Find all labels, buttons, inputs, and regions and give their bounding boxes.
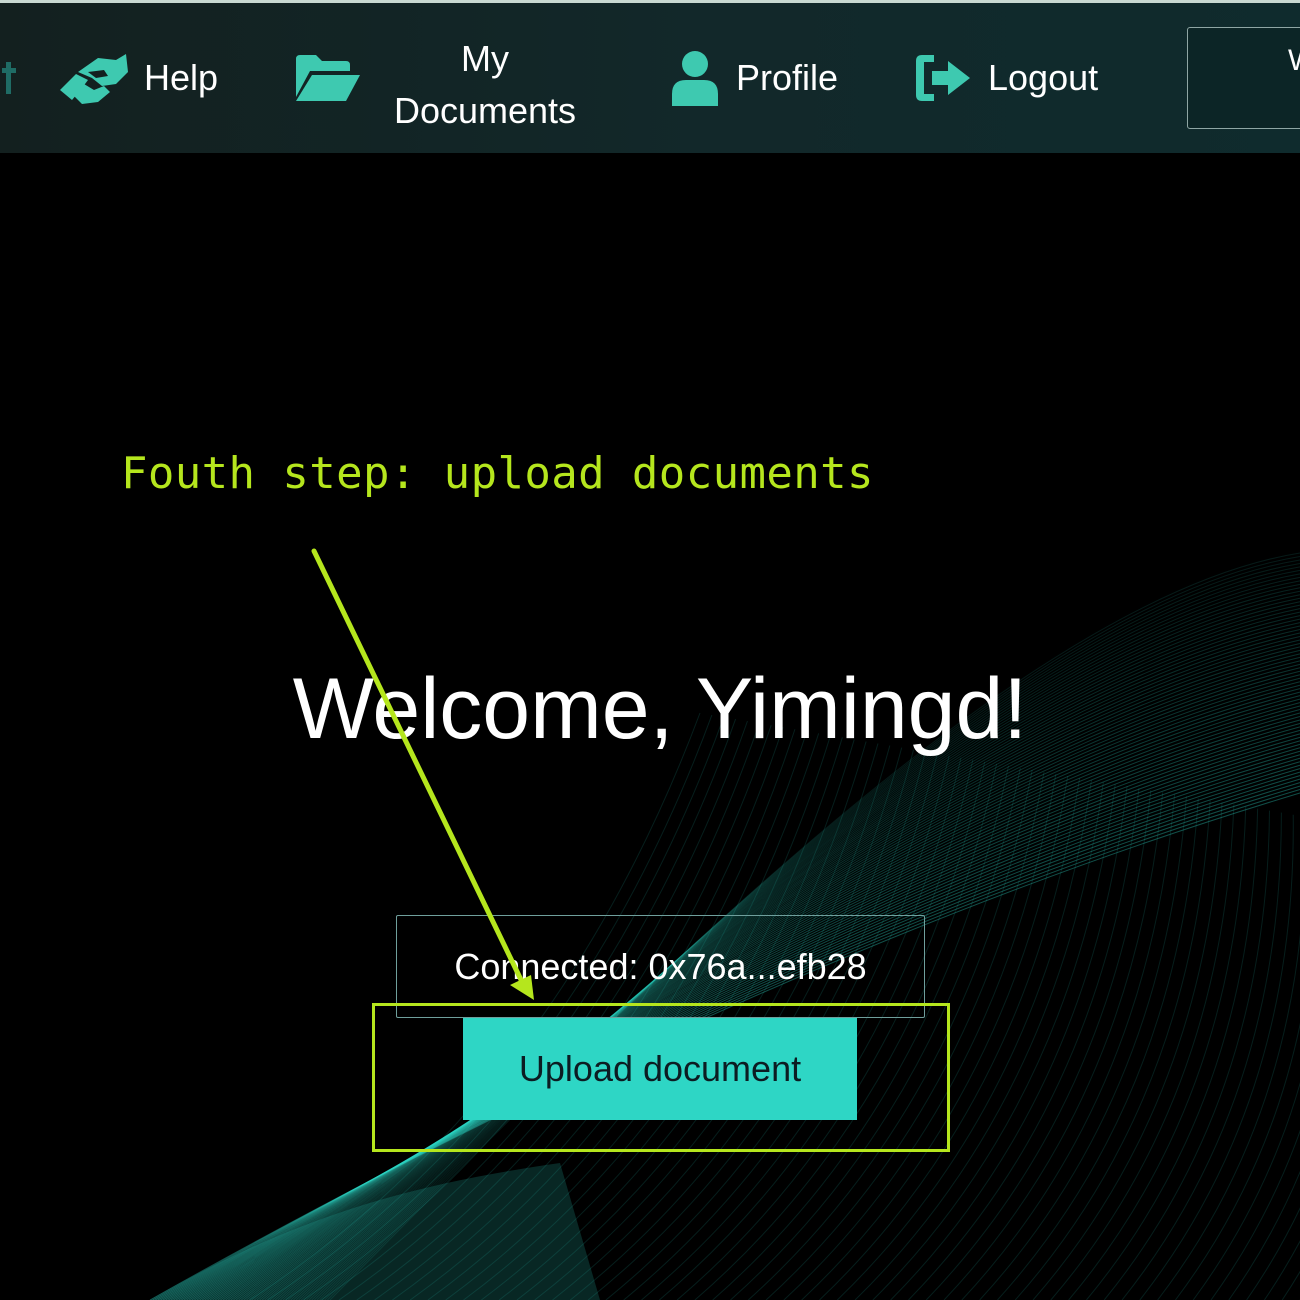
nav-label-my-documents: My Documents — [393, 38, 577, 131]
wave-line — [997, 798, 1199, 1300]
wave-line — [1192, 1081, 1300, 1300]
wallet-connected-label: Connected: 0x76a...efb28 — [454, 945, 867, 987]
nav-label-logout: Logout — [988, 57, 1099, 98]
wave-line — [1281, 1270, 1300, 1300]
handshake-icon — [60, 54, 128, 104]
wallet-connected-status[interactable]: Connected: 0x76a...efb28 — [396, 915, 925, 1018]
nav-label-help: Help — [144, 57, 219, 98]
top-navbar: Help My Documents Profile Logout W — [0, 3, 1300, 153]
nav-right-button[interactable]: W — [1187, 27, 1300, 129]
wave-line — [1210, 1129, 1300, 1300]
folder-open-icon — [296, 55, 360, 101]
nav-item-my-documents[interactable]: My Documents — [294, 3, 576, 153]
app-page: Help My Documents Profile Logout W — [0, 0, 1300, 1300]
nav-item-profile[interactable]: Profile — [670, 3, 838, 153]
annotation-step-label: Fouth step: upload documents — [121, 448, 874, 499]
user-icon — [672, 51, 718, 106]
nav-item-logout[interactable]: Logout — [914, 3, 1098, 153]
logout-icon — [916, 55, 970, 101]
upload-document-button[interactable]: Upload document — [463, 1018, 857, 1120]
wave-line — [1103, 810, 1270, 1300]
wave-line — [925, 790, 1152, 1300]
wave-line — [1086, 808, 1259, 1300]
cutoff-icon — [2, 62, 16, 94]
nav-label-profile: Profile — [736, 57, 839, 98]
wave-line — [1263, 1240, 1300, 1300]
nav-item-cutoff[interactable] — [2, 3, 18, 153]
nav-right-button-label: W — [1288, 44, 1300, 77]
wave-line — [1050, 804, 1235, 1300]
welcome-heading: Welcome, Yimingd! — [292, 661, 1028, 757]
nav-item-help[interactable]: Help — [58, 3, 218, 153]
wave-line — [1175, 1022, 1300, 1300]
wave-line — [1032, 802, 1223, 1300]
wave-line — [872, 784, 1116, 1300]
